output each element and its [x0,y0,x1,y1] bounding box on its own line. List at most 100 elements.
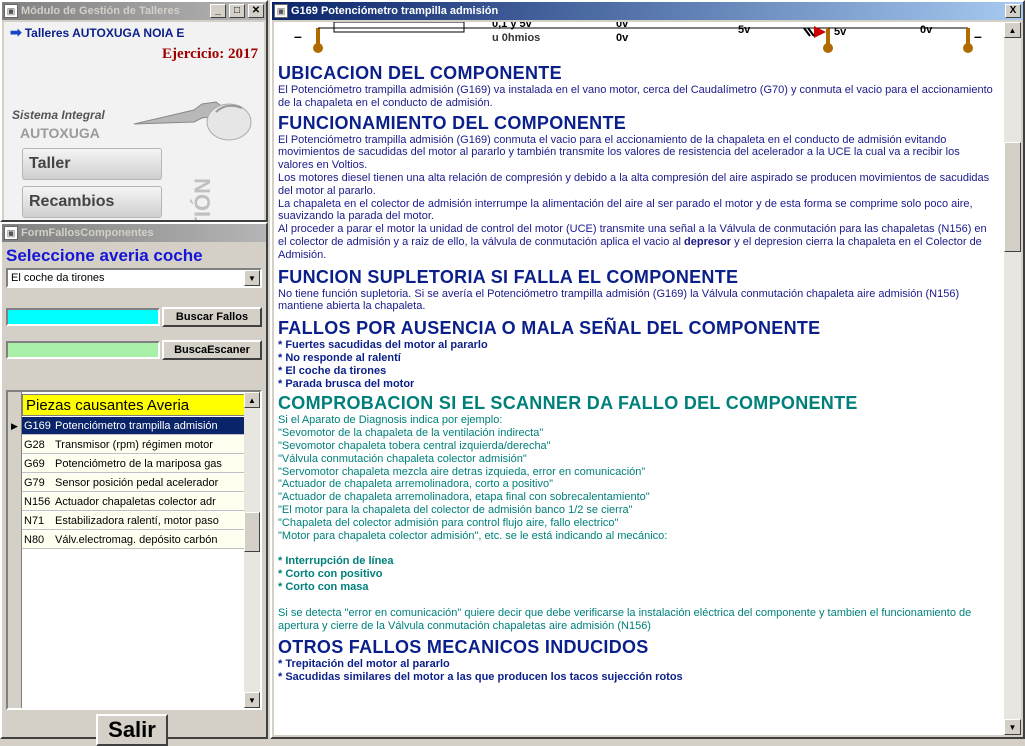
list-item: * Trepitación del motor al pararlo [278,658,450,671]
brand-text: AUTOXUGA [20,125,100,141]
voltage-diagram: – 0,1 y 5v u 0hmios 0v 0v 5v 5v 0v – [274,22,1004,54]
table-row[interactable]: N71 Estabilizadora ralentí, motor paso [22,512,246,530]
scanner-line: "Chapaleta del colector admisión para co… [278,516,619,529]
busca-escaner-button[interactable]: BuscaEscaner [162,340,262,360]
table-row[interactable]: G79 Sensor posición pedal acelerador [22,474,246,492]
table-row[interactable]: G69 Potenciómetro de la mariposa gas [22,455,246,473]
scanner-line: "Motor para chapaleta colector admisión"… [278,529,668,542]
row-desc: Potenciómetro de la mariposa gas [55,457,222,470]
minimize-button[interactable]: _ [210,4,226,18]
scroll-up-icon[interactable]: ▲ [1004,22,1021,38]
diagram-v5: 0v [920,24,933,36]
scanner-line: "Servomotor chapaleta mezcla aire detras… [278,465,646,478]
diagram-lines [313,22,973,53]
section-ubicacion-heading: UBICACION DEL COMPONENTE [278,63,562,83]
wrench-hand-icon [133,101,252,141]
table-row[interactable]: G28 Transmisor (rpm) régimen motor [22,436,246,454]
table-row[interactable]: G169 Potenciómetro trampilla admisión [22,417,246,435]
component-detail-window: ▣ G169 Potenciómetro trampilla admisión … [270,0,1025,739]
list-item: * No responde al ralentí [278,351,401,364]
row-desc: Estabilizadora ralentí, motor paso [55,514,219,527]
row-desc: Potenciómetro trampilla admisión [55,419,218,432]
grid-scrollbar[interactable]: ▲ ▼ [244,392,260,708]
main-module-titlebar[interactable]: ▣ Módulo de Gestión de Talleres _ □ ✕ [2,2,266,20]
diagram-v1: 0v [616,22,629,30]
app-icon: ▣ [4,4,18,18]
supletoria-text: No tiene función supletoria. Si se averí… [278,287,960,313]
arrow-right-icon: ➡ [10,24,22,40]
sistema-integral-text: Sistema Integral [12,108,105,122]
scanner-line: "Actuador de chapaleta arremolinadora, c… [278,478,554,491]
list-item: * El coche da tirones [278,364,387,377]
piezas-grid: Piezas causantes Averia ▶ G169 Potencióme… [6,390,262,710]
row-code: N71 [24,514,45,527]
funcionamiento-text-1: El Potenciómetro trampilla admisión (G16… [278,133,960,172]
detail-content: UBICACION DEL COMPONENTE El Potenciómetr… [278,62,996,684]
grid-header: Piezas causantes Averia [22,394,246,416]
row-code: G69 [24,457,45,470]
scanner-line: "Válvula conmutación chapaleta colector … [278,452,527,465]
diagram-u-label: u 0hmios [492,32,541,44]
list-item: * Fuertes sacudidas del motor al pararlo [278,339,488,352]
table-row[interactable]: N80 Válv.electromag. depósito carbón [22,531,246,549]
list-item: * Sacudidas similares del motor a las qu… [278,671,683,684]
section-funcionamiento-heading: FUNCIONAMIENTO DEL COMPONENTE [278,112,627,133]
row-code: N156 [24,495,51,508]
close-button[interactable]: X [1005,4,1021,18]
taller-button[interactable]: Taller [22,148,162,180]
scroll-thumb[interactable] [1004,142,1021,252]
maximize-button[interactable]: □ [229,4,245,18]
fallos-titlebar[interactable]: ▣ FormFallosComponentes [2,224,266,242]
scroll-up-icon[interactable]: ▲ [244,392,260,408]
averia-combo-value: El coche da tirones [11,272,105,284]
scanner-line: "Actuador de chapaleta arremolinadora, e… [278,491,650,504]
funcionamiento-text-2: Los motores diesel tienen una alta relac… [278,171,990,197]
buscar-fallos-button[interactable]: Buscar Fallos [162,307,262,327]
row-desc: Sensor posición pedal acelerador [55,476,219,489]
chevron-down-icon[interactable]: ▼ [244,270,260,286]
form-icon: ▣ [4,226,18,240]
current-row-icon: ▶ [11,421,18,431]
detail-scrollbar[interactable]: ▲ ▼ [1004,22,1021,735]
detail-titlebar[interactable]: ▣ G169 Potenciómetro trampilla admisión … [272,2,1023,20]
scanner-line: "Sevomotor de la chapaleta de la ventila… [278,427,544,440]
scanner-intro: Si el Aparato de Diagnosis indica por ej… [278,414,503,427]
fallos-componentes-window: ▣ FormFallosComponentes Seleccione averi… [0,222,268,746]
recambios-button[interactable]: Recambios [22,186,162,218]
fallos-title: FormFallosComponentes [21,227,154,239]
funcionamiento-text-3: La chapaleta en el colector de admisión … [278,197,973,223]
main-module-body: ➡ Talleres AUTOXUGA NOIA E Ejercicio: 201… [4,22,264,220]
section-otros-heading: OTROS FALLOS MECANICOS INDUCIDOS [278,637,649,658]
scroll-down-icon[interactable]: ▼ [244,692,260,708]
scanner-outro: Si se detecta "error en comunicación" qu… [278,606,972,632]
diagram-minus-right: – [974,28,982,44]
section-supletoria-heading: FUNCION SUPLETORIA SI FALLA EL COMPONENT… [278,266,739,287]
row-code: N80 [24,533,45,546]
list-item: * Parada brusca del motor [278,377,415,390]
fallos-body: Seleccione averia coche El coche da tiro… [4,244,264,746]
detail-icon: ▣ [274,4,288,18]
salir-button[interactable]: Salir [96,714,168,746]
list-item: * Interrupción de línea [278,555,394,568]
vertical-watermark: TIÓN [190,178,215,220]
scroll-down-icon[interactable]: ▼ [1004,719,1021,735]
averia-combo[interactable]: El coche da tirones ▼ [6,268,262,288]
row-desc: Actuador chapaletas colector adr [55,495,216,508]
table-row[interactable]: N156 Actuador chapaletas colector adr [22,493,246,511]
detail-title: G169 Potenciómetro trampilla admisión [291,5,499,17]
diagram-small-a: 0,1 y 5v [492,22,532,30]
row-code: G79 [24,476,45,489]
detail-body: – 0,1 y 5v u 0hmios 0v 0v 5v 5v 0v – UBI… [274,22,1021,735]
main-module-window: ▣ Módulo de Gestión de Talleres _ □ ✕ ➡ T… [0,0,268,222]
diagram-v4: 5v [834,26,847,38]
scroll-thumb[interactable] [244,512,260,552]
diagram-minus-left: – [294,28,302,44]
list-item: * Corto con positivo [278,568,383,581]
row-code: G28 [24,438,45,451]
row-desc: Transmisor (rpm) régimen motor [55,438,213,451]
func-text-bold: depresor [684,235,732,248]
ejercicio-label: Ejercicio: 2017 [162,46,258,62]
close-button[interactable]: ✕ [248,4,264,18]
row-indicator-column [8,392,22,708]
